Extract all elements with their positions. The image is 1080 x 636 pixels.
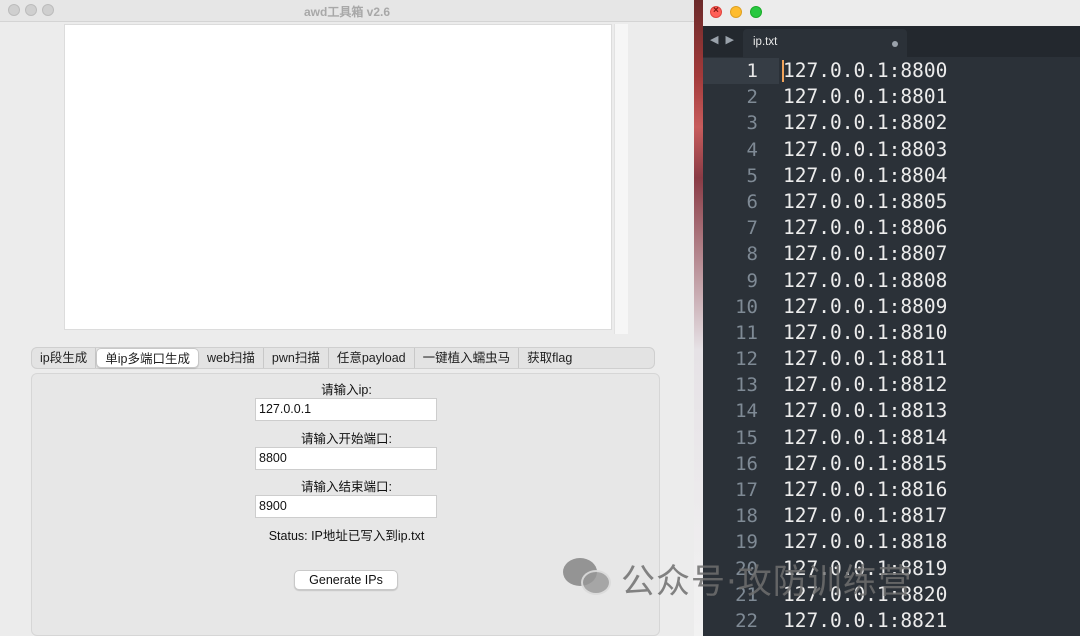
code-line[interactable]: 3 127.0.0.1:8802 bbox=[703, 110, 1080, 136]
code-line[interactable]: 9 127.0.0.1:8808 bbox=[703, 268, 1080, 294]
window-title: awd工具箱 v2.6 bbox=[303, 5, 391, 19]
generate-ips-button[interactable]: Generate IPs bbox=[294, 570, 398, 590]
line-text[interactable]: 127.0.0.1:8812 bbox=[783, 372, 947, 398]
tab-bar: ip段生成 单ip多端口生成 web扫描 pwn扫描 任意payload 一键植… bbox=[31, 347, 655, 369]
code-area[interactable]: 1 127.0.0.1:8800 2 127.0.0.1:8801 3 127.0.0.1… bbox=[703, 58, 1080, 634]
line-number: 5 bbox=[746, 164, 758, 187]
line-text[interactable]: 127.0.0.1:8810 bbox=[783, 320, 947, 346]
code-line[interactable]: 17 127.0.0.1:8816 bbox=[703, 477, 1080, 503]
code-line[interactable]: 5 127.0.0.1:8804 bbox=[703, 163, 1080, 189]
tab-any-payload[interactable]: 任意payload bbox=[329, 348, 415, 368]
line-text[interactable]: 127.0.0.1:8807 bbox=[783, 241, 947, 267]
line-number: 16 bbox=[735, 452, 758, 475]
text-cursor bbox=[782, 60, 784, 82]
end-port-label: 请输入结束端口: bbox=[301, 480, 392, 494]
line-number: 1 bbox=[746, 60, 758, 82]
line-number: 12 bbox=[735, 348, 758, 371]
line-text[interactable]: 127.0.0.1:8821 bbox=[783, 608, 947, 634]
nav-arrows-icon[interactable]: ◀ ▶ bbox=[710, 33, 736, 46]
wechat-icon bbox=[563, 556, 613, 600]
line-number: 13 bbox=[735, 374, 758, 397]
editor-tab-bar: ◀ ▶ ip.txt bbox=[703, 26, 1080, 57]
line-text[interactable]: 127.0.0.1:8805 bbox=[783, 189, 947, 215]
line-number: 17 bbox=[735, 479, 758, 501]
line-text[interactable]: 127.0.0.1:8806 bbox=[783, 215, 947, 241]
title-bar: awd工具箱 v2.6 bbox=[0, 0, 694, 22]
code-line[interactable]: 19 127.0.0.1:8818 bbox=[703, 529, 1080, 555]
line-text[interactable]: 127.0.0.1:8814 bbox=[783, 425, 947, 451]
line-text[interactable]: 127.0.0.1:8809 bbox=[783, 294, 947, 320]
code-line[interactable]: 11 127.0.0.1:8810 bbox=[703, 320, 1080, 346]
line-text[interactable]: 127.0.0.1:8811 bbox=[783, 346, 947, 372]
line-text[interactable]: 127.0.0.1:8800 bbox=[783, 58, 947, 84]
code-line[interactable]: 13 127.0.0.1:8812 bbox=[703, 372, 1080, 398]
code-line[interactable]: 1 127.0.0.1:8800 bbox=[703, 58, 1080, 84]
awd-toolbox-window: awd工具箱 v2.6 ip段生成 单ip多端口生成 web扫描 pwn扫描 任… bbox=[0, 0, 694, 636]
line-text[interactable]: 127.0.0.1:8813 bbox=[783, 398, 947, 424]
tab-worm-implant[interactable]: 一键植入蠕虫马 bbox=[415, 348, 520, 368]
tab-pwn-scan[interactable]: pwn扫描 bbox=[264, 348, 329, 368]
line-text[interactable]: 127.0.0.1:8818 bbox=[783, 529, 947, 555]
close-icon: × bbox=[713, 5, 719, 16]
line-number: 18 bbox=[735, 505, 758, 528]
tab-single-ip-multi-port[interactable]: 单ip多端口生成 bbox=[96, 348, 199, 368]
unsaved-dot-icon[interactable] bbox=[892, 41, 898, 47]
line-number: 11 bbox=[735, 321, 758, 344]
line-number: 8 bbox=[746, 243, 758, 266]
ip-input[interactable]: 127.0.0.1 bbox=[255, 398, 437, 421]
code-line[interactable]: 12 127.0.0.1:8811 bbox=[703, 346, 1080, 372]
line-number: 6 bbox=[746, 190, 758, 213]
code-line[interactable]: 8 127.0.0.1:8807 bbox=[703, 241, 1080, 267]
line-text[interactable]: 127.0.0.1:8815 bbox=[783, 451, 947, 477]
line-text[interactable]: 127.0.0.1:8802 bbox=[783, 110, 947, 136]
line-number: 4 bbox=[746, 138, 758, 161]
line-text[interactable]: 127.0.0.1:8801 bbox=[783, 84, 947, 110]
line-number: 9 bbox=[746, 269, 758, 292]
tab-get-flag[interactable]: 获取flag bbox=[519, 348, 580, 368]
line-number: 7 bbox=[746, 217, 758, 240]
tab-web-scan[interactable]: web扫描 bbox=[199, 348, 264, 368]
code-line[interactable]: 6 127.0.0.1:8805 bbox=[703, 189, 1080, 215]
start-port-input[interactable]: 8800 bbox=[255, 447, 437, 470]
end-port-input[interactable]: 8900 bbox=[255, 495, 437, 518]
code-line[interactable]: 15 127.0.0.1:8814 bbox=[703, 425, 1080, 451]
output-text-area[interactable] bbox=[64, 24, 612, 330]
code-line[interactable]: 22 127.0.0.1:8821 bbox=[703, 608, 1080, 634]
ip-label: 请输入ip: bbox=[321, 383, 372, 397]
line-text[interactable]: 127.0.0.1:8804 bbox=[783, 163, 947, 189]
output-scrollbar[interactable] bbox=[614, 24, 628, 334]
code-line[interactable]: 10 127.0.0.1:8809 bbox=[703, 294, 1080, 320]
line-number: 14 bbox=[735, 400, 758, 423]
line-number: 3 bbox=[746, 112, 758, 135]
editor-minimize-button[interactable] bbox=[730, 6, 742, 18]
start-port-label: 请输入开始端口: bbox=[301, 432, 392, 446]
code-line[interactable]: 14 127.0.0.1:8813 bbox=[703, 398, 1080, 424]
editor-close-button[interactable]: × bbox=[710, 5, 722, 18]
line-text[interactable]: 127.0.0.1:8808 bbox=[783, 268, 947, 294]
watermark-text: 公众号·攻防训练营 bbox=[621, 561, 913, 602]
file-tab-ip-txt[interactable]: ip.txt bbox=[743, 29, 907, 57]
file-tab-label: ip.txt bbox=[753, 36, 778, 48]
line-text[interactable]: 127.0.0.1:8803 bbox=[783, 137, 947, 163]
line-text[interactable]: 127.0.0.1:8816 bbox=[783, 477, 947, 503]
editor-title-bar: × bbox=[703, 0, 1080, 26]
line-number: 22 bbox=[735, 609, 758, 632]
line-number: 19 bbox=[735, 531, 758, 554]
line-number: 15 bbox=[735, 426, 758, 449]
line-number: 2 bbox=[746, 86, 758, 109]
watermark: 公众号·攻防训练营 bbox=[563, 553, 913, 603]
code-line[interactable]: 2 127.0.0.1:8801 bbox=[703, 84, 1080, 110]
line-text[interactable]: 127.0.0.1:8817 bbox=[783, 503, 947, 529]
line-number: 10 bbox=[735, 295, 758, 318]
status-text: Status: IP地址已写入到ip.txt bbox=[268, 529, 425, 543]
editor-zoom-button[interactable] bbox=[750, 6, 762, 18]
text-editor-window: × ◀ ▶ ip.txt 1 127.0.0.1:8800 2 127.0.0.1:8… bbox=[703, 0, 1080, 636]
tab-ip-range[interactable]: ip段生成 bbox=[32, 348, 97, 368]
code-line[interactable]: 18 127.0.0.1:8817 bbox=[703, 503, 1080, 529]
code-line[interactable]: 16 127.0.0.1:8815 bbox=[703, 451, 1080, 477]
code-line[interactable]: 7 127.0.0.1:8806 bbox=[703, 215, 1080, 241]
code-line[interactable]: 4 127.0.0.1:8803 bbox=[703, 137, 1080, 163]
